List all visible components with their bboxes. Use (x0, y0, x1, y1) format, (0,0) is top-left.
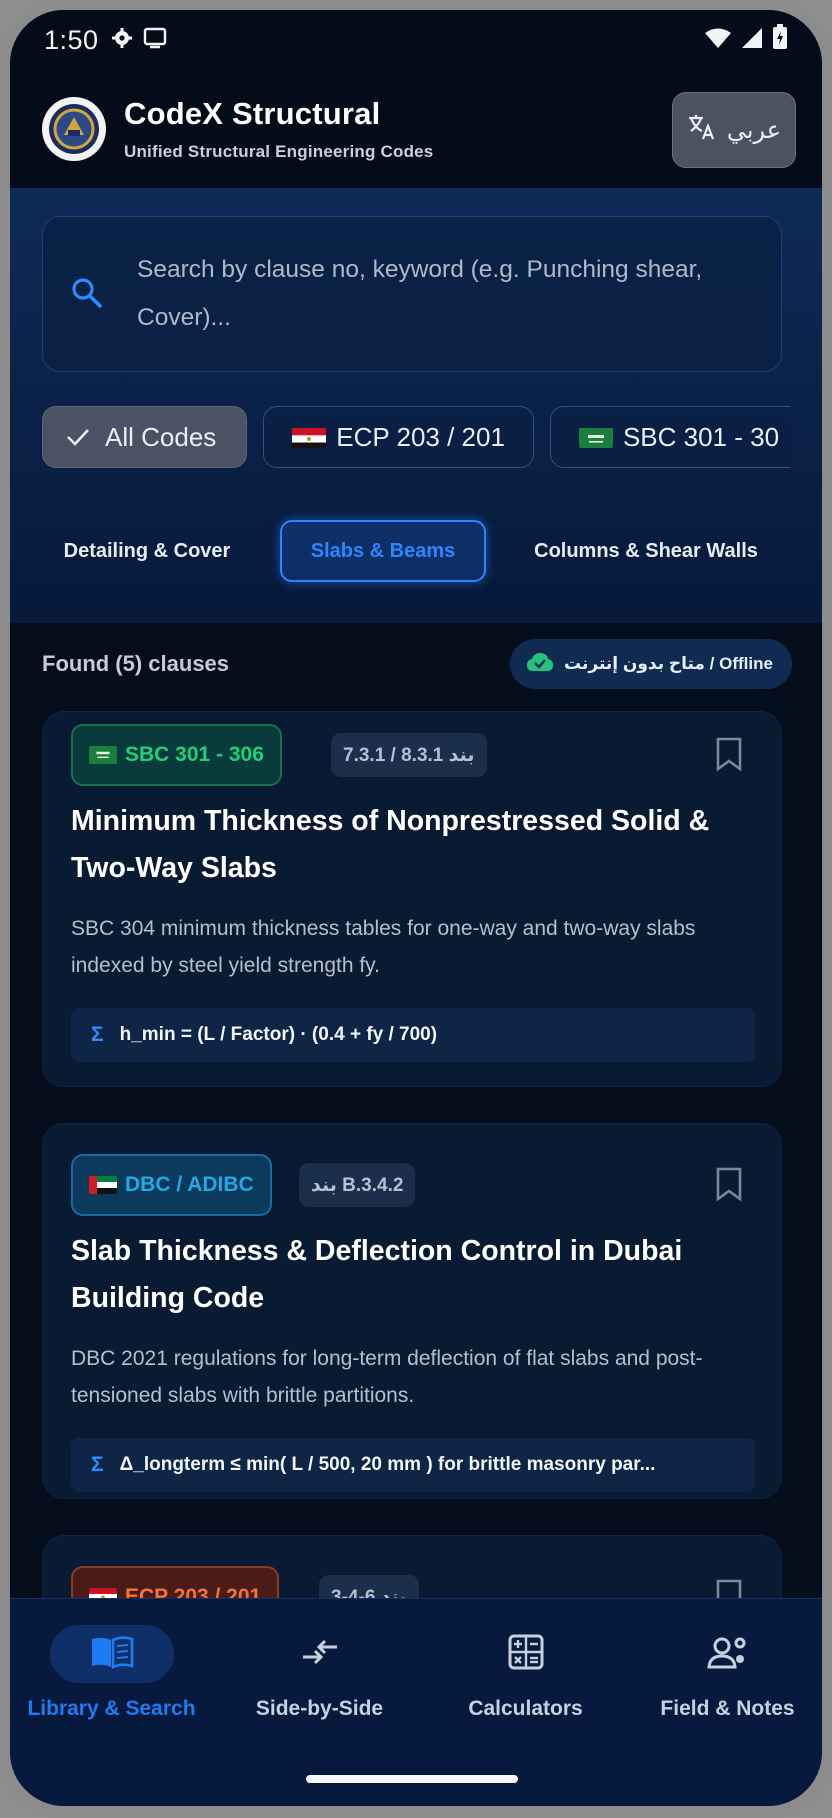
settings-gear-status-icon (111, 25, 133, 56)
nav-library-search[interactable]: Library & Search (10, 1625, 213, 1735)
chip-label: ECP 203 / 201 (336, 421, 505, 452)
signal-icon (740, 25, 764, 56)
saudi-flag-icon (89, 746, 117, 764)
chip-all-codes[interactable]: All Codes (42, 406, 248, 468)
clause-title: Slab Thickness & Deflection Control in D… (71, 1235, 683, 1314)
home-indicator[interactable] (306, 1775, 518, 1783)
nav-calculators[interactable]: Calculators (424, 1625, 627, 1735)
clause-card[interactable]: DBC / ADIBC بند B.3.4.2 Slab Thickness &… (42, 1123, 782, 1499)
tab-columns-shear-walls[interactable]: Columns & Shear Walls (496, 520, 796, 582)
status-time: 1:50 (44, 24, 99, 55)
chip-label: SBC 301 - 30 (622, 421, 780, 452)
formula-box: Σ h_min = (L / Factor) · (0.4 + fy / 700… (71, 1008, 755, 1062)
egypt-flag-icon (292, 426, 327, 448)
nav-label: Field & Notes (660, 1697, 795, 1720)
clause-number: بند 8.3.1 / 7.3.1 (331, 733, 487, 777)
formula-box: Σ Δ_longterm ≤ min( L / 500, 20 mm ) for… (71, 1438, 755, 1492)
battery-icon (772, 23, 788, 57)
translate-icon (687, 113, 717, 148)
search-placeholder: Search by clause no, keyword (e.g. Punch… (137, 256, 703, 331)
app-subtitle: Unified Structural Engineering Codes (124, 142, 434, 161)
search-input[interactable]: Search by clause no, keyword (e.g. Punch… (42, 216, 782, 372)
code-filter-chips: All Codes ECP 203 / 201 SBC 301 - 30 (42, 406, 790, 468)
app-screen: 1:50 CodeX Structural Unified Structural… (10, 10, 822, 1806)
compare-arrows-icon (299, 1637, 341, 1672)
book-icon (89, 1635, 135, 1674)
formula-text: Δ_longterm ≤ min( L / 500, 20 mm ) for b… (119, 1454, 656, 1475)
nav-side-by-side[interactable]: Side-by-Side (218, 1625, 421, 1735)
nav-label: Library & Search (27, 1697, 196, 1720)
chip-ecp[interactable]: ECP 203 / 201 (263, 406, 534, 468)
results-count: Found (5) clauses (42, 651, 230, 676)
people-settings-icon (706, 1635, 749, 1674)
chip-sbc[interactable]: SBC 301 - 30 (549, 406, 790, 468)
nav-pill (49, 1625, 174, 1683)
app-logo (42, 97, 106, 161)
offline-label: متاح بدون إنترنت / Offline (564, 654, 773, 673)
bookmark-icon[interactable] (715, 1166, 743, 1207)
tab-detailing-cover[interactable]: Detailing & Cover (42, 520, 252, 582)
tab-label: Columns & Shear Walls (534, 539, 758, 562)
check-icon (65, 426, 91, 448)
wifi-icon (704, 25, 732, 56)
nav-label: Side-by-Side (255, 1697, 384, 1720)
clause-description: DBC 2021 regulations for long-term defle… (71, 1347, 703, 1407)
clause-description: SBC 304 minimum thickness tables for one… (71, 917, 696, 977)
chip-label: All Codes (105, 421, 217, 452)
tab-label: Detailing & Cover (63, 539, 231, 562)
language-label: عربي (726, 116, 782, 144)
code-badge-label: DBC / ADIBC (125, 1173, 254, 1196)
clause-title: Minimum Thickness of Nonprestressed Soli… (71, 805, 710, 884)
clause-card[interactable]: SBC 301 - 306 بند 8.3.1 / 7.3.1 Minimum … (42, 711, 782, 1087)
tab-label: Slabs & Beams (310, 539, 456, 562)
clause-number: بند B.3.4.2 (299, 1163, 416, 1207)
nav-pill (666, 1625, 790, 1683)
app-title: CodeX Structural (124, 96, 381, 131)
status-bar: 1:50 (10, 10, 822, 70)
bookmark-icon[interactable] (715, 736, 743, 777)
search-icon (69, 275, 103, 314)
bottom-navigation: Library & Search Side-by-Side Calculator… (10, 1598, 822, 1806)
category-tabs: Detailing & Cover Slabs & Beams Columns … (42, 520, 802, 582)
filter-panel: Search by clause no, keyword (e.g. Punch… (10, 188, 822, 623)
language-toggle-button[interactable]: عربي (672, 92, 796, 168)
nav-field-notes[interactable]: Field & Notes (626, 1625, 822, 1735)
nav-label: Calculators (468, 1697, 583, 1720)
code-badge-label: SBC 301 - 306 (125, 743, 264, 766)
sigma-icon: Σ (91, 1453, 104, 1476)
tab-slabs-beams[interactable]: Slabs & Beams (280, 520, 486, 582)
code-badge: SBC 301 - 306 (71, 724, 282, 786)
calculator-icon (508, 1634, 544, 1675)
code-badge: DBC / ADIBC (71, 1154, 272, 1216)
screen-cast-status-icon (143, 25, 167, 56)
saudi-flag-icon (578, 426, 613, 448)
formula-text: h_min = (L / Factor) · (0.4 + fy / 700) (119, 1024, 438, 1045)
sigma-icon: Σ (91, 1023, 104, 1046)
offline-badge: متاح بدون إنترنت / Offline (510, 639, 792, 689)
nav-pill (464, 1625, 588, 1683)
nav-pill (258, 1625, 382, 1683)
results-list: Found (5) clauses متاح بدون إنترنت / Off… (10, 623, 822, 1675)
uae-flag-icon (89, 1176, 117, 1194)
app-header: CodeX Structural Unified Structural Engi… (10, 70, 822, 188)
cloud-check-icon (526, 652, 554, 677)
